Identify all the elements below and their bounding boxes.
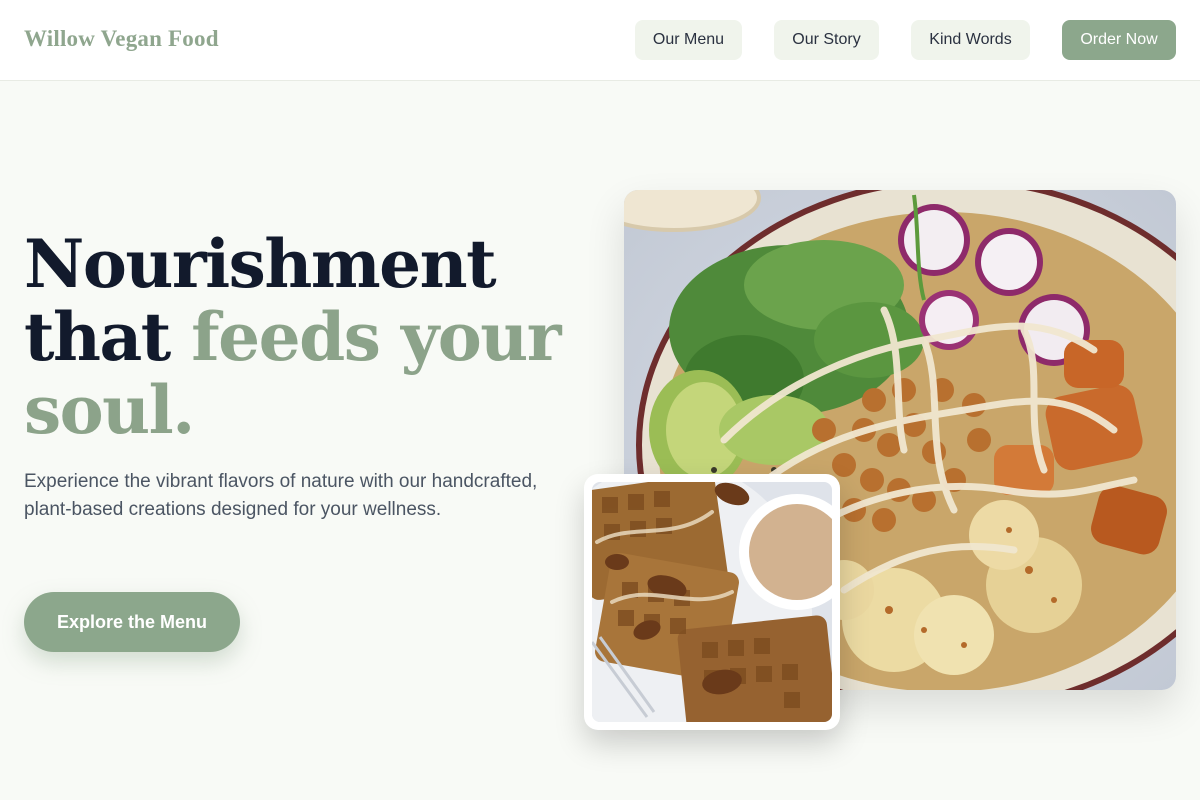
- hero-heading-plain: that: [24, 298, 192, 376]
- explore-menu-button[interactable]: Explore the Menu: [24, 592, 240, 652]
- nav-our-story-button[interactable]: Our Story: [774, 20, 879, 60]
- waffles-illustration: [592, 482, 832, 722]
- nav-kind-words-button[interactable]: Kind Words: [911, 20, 1030, 60]
- nav-our-menu-button[interactable]: Our Menu: [635, 20, 742, 60]
- hero-heading-accent-end: soul.: [24, 371, 195, 449]
- brand-logo[interactable]: Willow Vegan Food: [24, 26, 219, 52]
- pumpkin-waffles-photo: [592, 482, 832, 722]
- waffles-photo-frame: [584, 474, 840, 730]
- hero-heading-line1: Nourishment: [24, 225, 497, 303]
- hero-heading-accent: feeds your: [191, 298, 561, 376]
- hero-subtitle: Experience the vibrant flavors of nature…: [24, 471, 538, 520]
- top-navbar: Willow Vegan Food Our Menu Our Story Kin…: [0, 0, 1200, 81]
- order-now-button[interactable]: Order Now: [1062, 20, 1176, 60]
- hero-heading: Nourishment that feeds your soul.: [24, 228, 564, 447]
